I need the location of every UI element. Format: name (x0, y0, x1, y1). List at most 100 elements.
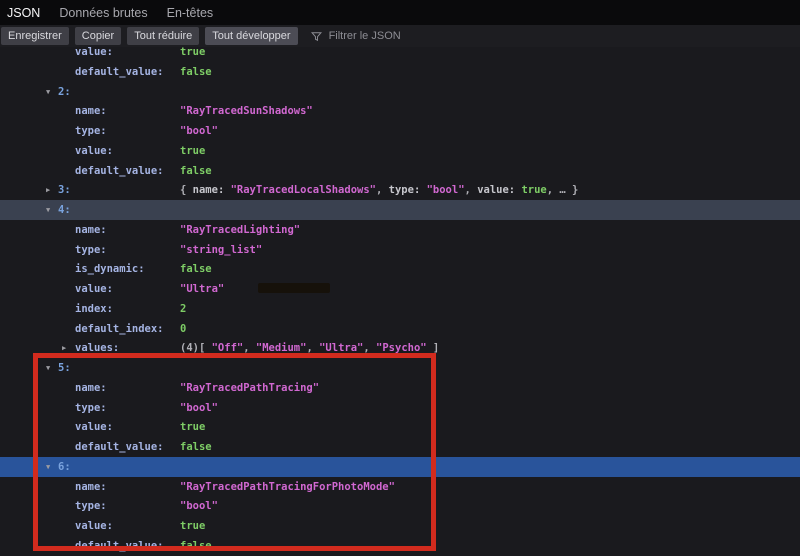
property-value: "bool" (180, 398, 218, 418)
property-key: default_value: (75, 536, 164, 556)
expand-arrow-icon[interactable]: ▶ (46, 180, 50, 200)
preview-part: , (376, 184, 389, 196)
property-key: value: (75, 516, 113, 536)
tree-row[interactable]: value: true (0, 47, 800, 62)
tree-row[interactable]: name:"RayTracedLighting" (0, 220, 800, 240)
index-label: 5: (58, 358, 71, 378)
preview-part: "bool" (427, 184, 465, 196)
preview-part: , (465, 184, 478, 196)
property-key: value: (75, 141, 113, 161)
preview-part: "Ultra" (319, 342, 363, 354)
property-key: value: (75, 417, 113, 437)
tree-row[interactable]: type: "bool" (0, 121, 800, 141)
json-tree: value:truedefault_value:false▼2:name:"Ra… (0, 47, 800, 556)
collapse-arrow-icon[interactable]: ▼ (46, 358, 50, 378)
filter-json-input[interactable] (327, 29, 457, 43)
property-key: type: (75, 496, 107, 516)
property-value: true (180, 47, 205, 62)
property-key: type: (75, 240, 107, 260)
tree-row[interactable]: default_value:false (0, 62, 800, 82)
preview-part: { (180, 184, 193, 196)
preview-part: name: (193, 184, 231, 196)
property-key: default_value: (75, 161, 164, 181)
tree-row-5[interactable]: ▼ 5: (0, 358, 800, 378)
expand-all-button[interactable]: Tout développer (205, 27, 297, 45)
tab-json[interactable]: JSON (7, 6, 40, 20)
tree-row-6[interactable]: ▼ 6: (0, 457, 800, 477)
filter-funnel-icon (311, 31, 322, 42)
tree-row[interactable]: value: "Ultra" (0, 279, 800, 299)
tree-row[interactable]: type: "string_list" (0, 240, 800, 260)
tree-row[interactable]: ▶ values: (4)[ "Off", "Medium", "Ultra", "… (0, 338, 800, 358)
filter-json-control (311, 29, 457, 43)
property-key: value: (75, 279, 113, 299)
tree-row[interactable]: name: "RayTracedPathTracing" (0, 378, 800, 398)
property-key: value: (75, 47, 113, 62)
index-label: 6: (58, 457, 71, 477)
property-key: name: (75, 220, 107, 240)
value-preview: (4)[ "Off", "Medium", "Ultra", "Psycho" … (180, 338, 439, 358)
property-value: "RayTracedPathTracing" (180, 378, 319, 398)
tree-row-4[interactable]: ▼ 4: (0, 200, 800, 220)
tree-row[interactable]: type: "bool" (0, 398, 800, 418)
collapse-arrow-icon[interactable]: ▼ (46, 200, 50, 220)
property-value: 0 (180, 319, 186, 339)
property-key: index: (75, 299, 113, 319)
property-value: false (180, 259, 212, 279)
property-key: name: (75, 378, 107, 398)
preview-part: type: (389, 184, 427, 196)
tree-row[interactable]: type:"bool" (0, 496, 800, 516)
property-value: false (180, 437, 212, 457)
property-value: true (180, 141, 205, 161)
tree-row-3[interactable]: ▶3:{ name: "RayTracedLocalShadows", type… (0, 180, 800, 200)
collapse-arrow-icon[interactable]: ▼ (46, 82, 50, 102)
property-key: is_dynamic: (75, 259, 145, 279)
tree-row[interactable]: value:true (0, 516, 800, 536)
tree-row[interactable]: name:"RayTracedPathTracingForPhotoMode" (0, 477, 800, 497)
preview-part: "Medium" (256, 342, 307, 354)
property-value: 2 (180, 299, 186, 319)
expand-arrow-icon[interactable]: ▶ (62, 338, 66, 358)
property-value: "string_list" (180, 240, 262, 260)
tree-row[interactable]: default_index:0 (0, 319, 800, 339)
property-key: type: (75, 398, 107, 418)
tree-row[interactable]: index: 2 (0, 299, 800, 319)
tree-row-2[interactable]: ▼ 2: (0, 82, 800, 102)
index-label: 2: (58, 82, 71, 102)
tree-row[interactable]: default_value:false (0, 536, 800, 556)
preview-part: , … } (547, 184, 579, 196)
copy-button[interactable]: Copier (75, 27, 121, 45)
tree-row[interactable]: default_value: false (0, 437, 800, 457)
tree-row[interactable]: is_dynamic: false (0, 259, 800, 279)
property-key: name: (75, 477, 107, 497)
tree-row[interactable]: value: true (0, 141, 800, 161)
tab-headers[interactable]: En-têtes (167, 6, 214, 20)
tree-row[interactable]: default_value: false (0, 161, 800, 181)
tree-row[interactable]: name: "RayTracedSunShadows" (0, 101, 800, 121)
tab-raw-data[interactable]: Données brutes (59, 6, 147, 20)
devtools-tab-bar: JSON Données brutes En-têtes (0, 0, 800, 25)
json-toolbar: Enregistrer Copier Tout réduire Tout dév… (0, 25, 800, 47)
preview-part: "Psycho" (376, 342, 427, 354)
property-value: "bool" (180, 121, 218, 141)
save-button[interactable]: Enregistrer (1, 27, 69, 45)
preview-part: value: (477, 184, 521, 196)
collapse-arrow-icon[interactable]: ▼ (46, 457, 50, 477)
index-label: 4: (58, 200, 71, 220)
preview-part: , (306, 342, 319, 354)
property-value: "RayTracedSunShadows" (180, 101, 313, 121)
property-value: false (180, 161, 212, 181)
preview-part: "RayTracedLocalShadows" (231, 184, 376, 196)
tree-row[interactable]: value: true (0, 417, 800, 437)
collapse-all-button[interactable]: Tout réduire (127, 27, 199, 45)
property-key: type: (75, 121, 107, 141)
redaction-box (258, 283, 330, 293)
property-key: name: (75, 101, 107, 121)
property-value: "Ultra" (180, 279, 224, 299)
property-key: values: (75, 338, 119, 358)
property-value: true (180, 417, 205, 437)
preview-part: (4)[ (180, 342, 212, 354)
preview-part: ] (427, 342, 440, 354)
property-key: default_value: (75, 437, 164, 457)
preview-part: true (521, 184, 546, 196)
